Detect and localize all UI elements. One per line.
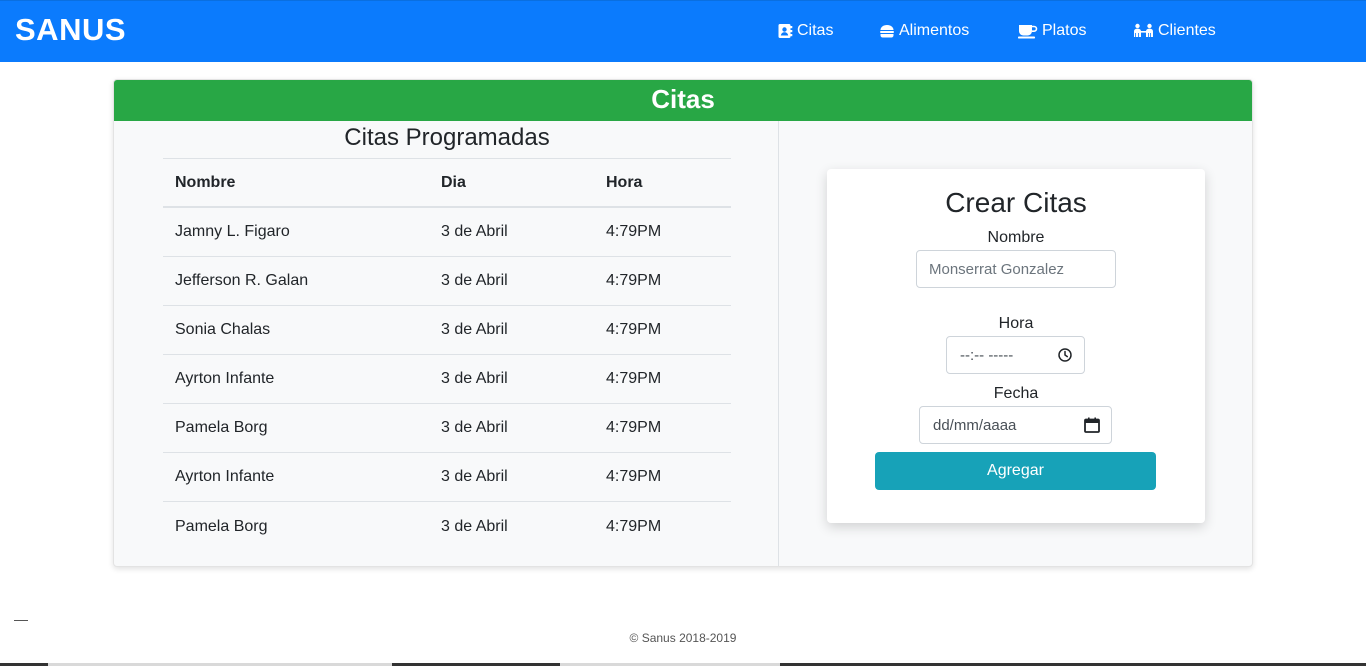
nav-label-citas: Citas bbox=[797, 22, 834, 39]
cell-dia: 3 de Abril bbox=[441, 468, 508, 485]
address-book-icon bbox=[777, 23, 793, 39]
cell-hora: 4:79PM bbox=[606, 223, 662, 240]
cell-nombre: Pamela Borg bbox=[175, 517, 268, 535]
footer-copyright: © Sanus 2018-2019 bbox=[629, 631, 737, 645]
cell-nombre: Sonia Chalas bbox=[175, 321, 271, 338]
cell-dia: 3 de Abril bbox=[441, 321, 508, 338]
fecha-placeholder: dd/mm/aaaa bbox=[933, 416, 1017, 434]
crear-citas-form: Crear Citas Nombre Hora --:-- ----- Fech… bbox=[827, 169, 1205, 523]
column-header-dia: Dia bbox=[441, 173, 466, 191]
table-row: Ayrton Infante 3 de Abril 4:79PM bbox=[163, 453, 731, 502]
nav-item-platos[interactable]: Platos bbox=[1018, 20, 1086, 42]
form-title: Crear Citas bbox=[945, 187, 1087, 218]
hora-label: Hora bbox=[998, 315, 1034, 332]
table-row: Pamela Borg 3 de Abril 4:79PM bbox=[163, 404, 731, 453]
cell-dia: 3 de Abril bbox=[441, 517, 508, 535]
agregar-button[interactable]: Agregar bbox=[875, 452, 1156, 490]
table-header-row: Nombre Dia Hora bbox=[163, 158, 731, 208]
hamburger-icon bbox=[879, 23, 895, 39]
nav-item-citas[interactable]: Citas bbox=[777, 20, 833, 42]
table-row: Jefferson R. Galan 3 de Abril 4:79PM bbox=[163, 257, 731, 306]
nav-label-alimentos: Alimentos bbox=[899, 22, 970, 39]
citas-table: Nombre Dia Hora Jamny L. Figaro 3 de Abr… bbox=[163, 158, 731, 551]
column-header-hora: Hora bbox=[606, 173, 643, 191]
table-title: Citas Programadas bbox=[344, 124, 550, 151]
cell-nombre: Pamela Borg bbox=[175, 419, 268, 436]
table-row: Jamny L. Figaro 3 de Abril 4:79PM bbox=[163, 208, 731, 257]
cell-dia: 3 de Abril bbox=[441, 370, 508, 387]
nav-label-platos: Platos bbox=[1042, 22, 1087, 39]
hora-time-input[interactable]: --:-- ----- bbox=[946, 336, 1085, 374]
table-row: Pamela Borg 3 de Abril 4:79PM bbox=[163, 502, 731, 551]
brand-logo[interactable]: SANUS bbox=[15, 12, 126, 48]
cell-nombre: Jamny L. Figaro bbox=[175, 223, 290, 240]
calendar-icon[interactable] bbox=[1083, 416, 1101, 434]
cell-dia: 3 de Abril bbox=[441, 272, 508, 289]
nav-label-clientes: Clientes bbox=[1158, 22, 1216, 39]
cell-dia: 3 de Abril bbox=[441, 419, 508, 436]
cell-hora: 4:79PM bbox=[606, 272, 662, 289]
nav-item-alimentos[interactable]: Alimentos bbox=[879, 20, 969, 42]
hora-placeholder: --:-- ----- bbox=[960, 346, 1014, 364]
cell-hora: 4:79PM bbox=[606, 419, 662, 436]
cell-hora: 4:79PM bbox=[606, 370, 662, 387]
fecha-date-input[interactable]: dd/mm/aaaa bbox=[919, 406, 1112, 444]
cell-nombre: Jefferson R. Galan bbox=[175, 272, 309, 289]
people-icon bbox=[1133, 23, 1154, 39]
cell-nombre: Ayrton Infante bbox=[175, 468, 275, 485]
cell-hora: 4:79PM bbox=[606, 468, 662, 485]
clock-icon[interactable] bbox=[1056, 346, 1074, 364]
cell-dia: 3 de Abril bbox=[441, 223, 508, 240]
cell-nombre: Ayrton Infante bbox=[175, 370, 275, 387]
column-divider bbox=[778, 121, 779, 566]
citas-card: Citas Citas Programadas Nombre Dia Hora … bbox=[113, 79, 1253, 567]
fecha-label: Fecha bbox=[993, 385, 1039, 402]
cell-hora: 4:79PM bbox=[606, 321, 662, 338]
nombre-label: Nombre bbox=[987, 229, 1045, 246]
card-header: Citas bbox=[114, 80, 1252, 121]
nombre-input[interactable] bbox=[916, 250, 1116, 288]
column-header-nombre: Nombre bbox=[175, 173, 236, 191]
table-row: Ayrton Infante 3 de Abril 4:79PM bbox=[163, 355, 731, 404]
cell-hora: 4:79PM bbox=[606, 517, 662, 535]
nav-item-clientes[interactable]: Clientes bbox=[1133, 20, 1216, 42]
coffee-cup-icon bbox=[1018, 23, 1038, 39]
footer-dash bbox=[14, 620, 28, 621]
top-navbar: SANUS Citas Alimentos Platos Clientes bbox=[0, 0, 1366, 62]
table-row: Sonia Chalas 3 de Abril 4:79PM bbox=[163, 306, 731, 355]
